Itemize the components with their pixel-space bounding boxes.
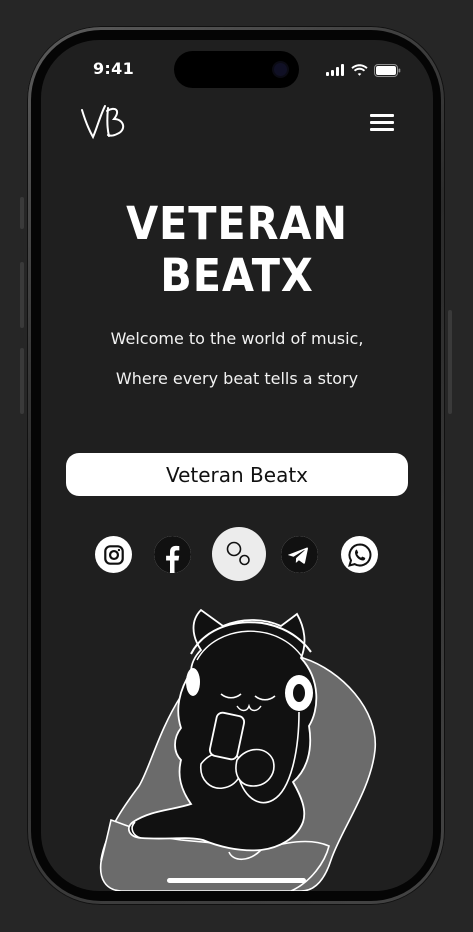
power-button xyxy=(448,310,452,414)
tagline-line-1: Welcome to the world of music, xyxy=(110,329,364,348)
tagline-line-2: Where every beat tells a story xyxy=(115,369,359,388)
menu-icon-bar xyxy=(370,121,394,124)
veteran-beatx-button[interactable]: Veteran Beatx xyxy=(66,453,408,496)
volume-down-button xyxy=(20,348,24,414)
logo[interactable]: VB xyxy=(79,100,129,146)
camera-icon xyxy=(274,63,287,76)
title-line-2: BEATX xyxy=(160,249,314,302)
volume-up-button xyxy=(20,262,24,328)
home-indicator[interactable] xyxy=(167,878,306,883)
headphone-left xyxy=(186,668,200,696)
telegram-button[interactable] xyxy=(281,536,318,573)
status-icons xyxy=(326,63,401,77)
page-title: VETERAN BEATX xyxy=(57,198,418,302)
instagram-button[interactable] xyxy=(95,536,132,573)
dynamic-island xyxy=(174,51,299,88)
menu-icon-bar xyxy=(370,114,394,117)
battery-icon xyxy=(374,63,401,77)
signal-icon xyxy=(326,64,344,76)
whatsapp-button[interactable] xyxy=(341,536,378,573)
cat-arm-right xyxy=(235,748,275,787)
cat-listening-music-illustration xyxy=(99,608,376,891)
logo-vb-icon xyxy=(81,105,125,140)
wifi-icon xyxy=(351,64,368,76)
telegram-icon xyxy=(281,536,318,573)
screen: 9:41 VB VET xyxy=(41,40,433,891)
bubbles-icon xyxy=(226,541,250,566)
facebook-button[interactable] xyxy=(154,536,191,573)
menu-button[interactable] xyxy=(370,114,396,134)
title-line-1: VETERAN xyxy=(126,197,348,250)
facebook-icon xyxy=(154,536,191,573)
instagram-icon xyxy=(103,544,124,565)
status-time: 9:41 xyxy=(93,59,134,78)
action-button xyxy=(20,197,24,229)
menu-icon-bar xyxy=(370,128,394,131)
bubbles-button[interactable] xyxy=(212,527,266,581)
whatsapp-icon xyxy=(347,542,371,567)
